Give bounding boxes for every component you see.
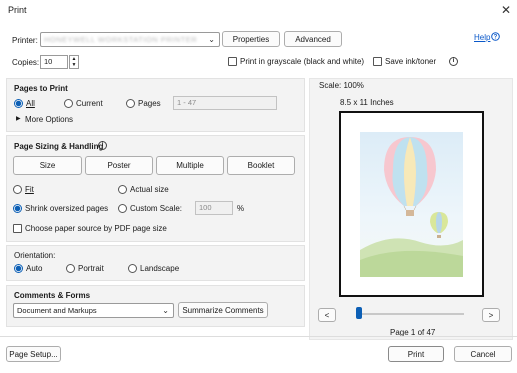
comments-title: Comments & Forms: [14, 291, 91, 300]
auto-orientation-label: Auto: [26, 264, 43, 273]
printer-name: HONEYWELL WORKSTATION PRINTER: [44, 35, 198, 44]
comments-value: Document and Markups: [17, 306, 97, 315]
copies-stepper[interactable]: ▲ ▼: [69, 55, 79, 69]
properties-button[interactable]: Properties: [222, 31, 280, 47]
chevron-down-icon: ⌄: [162, 306, 169, 315]
window-title: Print: [8, 5, 27, 15]
preview-image: [360, 132, 463, 277]
page-slider-track[interactable]: [356, 313, 464, 315]
custom-scale-input[interactable]: 100: [195, 201, 233, 215]
printer-select[interactable]: HONEYWELL WORKSTATION PRINTER ⌄: [40, 32, 220, 47]
page-slider-thumb[interactable]: [356, 307, 362, 319]
hot-air-balloon-image: [360, 137, 463, 277]
page-range-label: Pages: [138, 99, 161, 108]
copies-input[interactable]: 10: [40, 55, 68, 69]
custom-scale-label: Custom Scale:: [130, 204, 183, 213]
custom-scale-radio[interactable]: [118, 204, 127, 213]
save-ink-label: Save ink/toner: [385, 57, 437, 66]
page-range-input[interactable]: 1 - 47: [173, 96, 277, 110]
shrink-label: Shrink oversized pages: [25, 204, 109, 213]
actual-size-radio[interactable]: [118, 185, 127, 194]
chevron-down-icon: ⌄: [208, 35, 215, 44]
page-size-label: 8.5 x 11 Inches: [340, 98, 394, 107]
portrait-label: Portrait: [78, 264, 104, 273]
portrait-radio[interactable]: [66, 264, 75, 273]
grayscale-checkbox[interactable]: [228, 57, 237, 66]
current-page-label: Current: [76, 99, 103, 108]
auto-orientation-radio[interactable]: [14, 264, 23, 273]
shrink-radio[interactable]: [13, 204, 22, 213]
summarize-comments-button[interactable]: Summarize Comments: [178, 302, 268, 318]
more-options-link[interactable]: More Options: [25, 115, 73, 124]
sizing-info-icon[interactable]: i: [98, 141, 107, 150]
page-sizing-title: Page Sizing & Handling: [14, 142, 104, 151]
all-pages-label: All: [26, 99, 35, 108]
tab-size[interactable]: Size: [13, 156, 82, 175]
cancel-button[interactable]: Cancel: [454, 346, 512, 362]
current-page-radio[interactable]: [64, 99, 73, 108]
help-icon[interactable]: ?: [491, 32, 500, 41]
help-link[interactable]: Help: [474, 33, 490, 42]
paper-source-checkbox[interactable]: [13, 224, 22, 233]
prev-page-button[interactable]: <: [318, 308, 336, 322]
comments-select[interactable]: Document and Markups ⌄: [13, 303, 174, 318]
tab-booklet[interactable]: Booklet: [227, 156, 295, 175]
page-setup-button[interactable]: Page Setup...: [6, 346, 61, 362]
title-bar: [0, 0, 517, 22]
next-page-button[interactable]: >: [482, 308, 500, 322]
paper-source-label: Choose paper source by PDF page size: [25, 224, 167, 233]
printer-label: Printer:: [12, 36, 38, 45]
page-preview: [339, 111, 484, 297]
stepper-down-icon[interactable]: ▼: [70, 62, 78, 68]
pages-to-print-title: Pages to Print: [14, 84, 68, 93]
save-ink-checkbox[interactable]: [373, 57, 382, 66]
print-button[interactable]: Print: [388, 346, 444, 362]
page-range-radio[interactable]: [126, 99, 135, 108]
fit-label: Fit: [25, 185, 34, 194]
fit-radio[interactable]: [13, 185, 22, 194]
copies-label: Copies:: [12, 58, 40, 67]
svg-text:?: ?: [494, 35, 498, 41]
tab-multiple[interactable]: Multiple: [156, 156, 224, 175]
tab-poster[interactable]: Poster: [85, 156, 153, 175]
percent-label: %: [237, 204, 245, 213]
actual-size-label: Actual size: [130, 185, 169, 194]
landscape-radio[interactable]: [128, 264, 137, 273]
close-icon[interactable]: ✕: [498, 2, 514, 18]
footer-divider: [0, 336, 517, 337]
orientation-title: Orientation:: [14, 251, 56, 260]
all-pages-radio[interactable]: [14, 99, 23, 108]
advanced-button[interactable]: Advanced: [284, 31, 342, 47]
info-icon[interactable]: i: [449, 57, 458, 66]
caret-right-icon[interactable]: ▶: [16, 115, 21, 122]
grayscale-label: Print in grayscale (black and white): [240, 57, 365, 66]
scale-label: Scale: 100%: [319, 81, 364, 90]
landscape-label: Landscape: [140, 264, 180, 273]
